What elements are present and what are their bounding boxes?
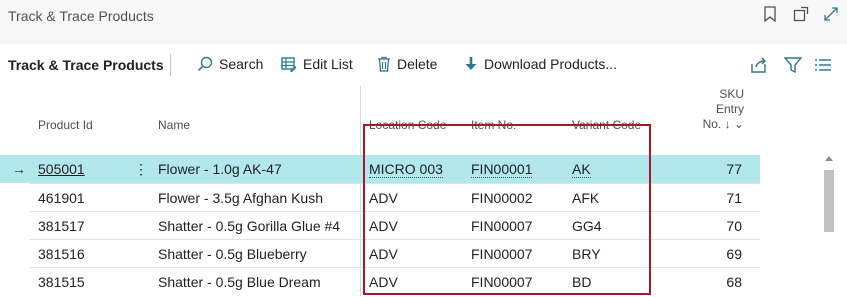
- sku-entry-no-cell: 71: [726, 190, 742, 206]
- arrow-down-icon: [464, 56, 478, 72]
- name-cell: Shatter - 0.5g Blue Dream: [158, 274, 321, 290]
- download-label: Download Products...: [484, 56, 618, 72]
- edit-list-label: Edit List: [303, 56, 353, 72]
- scroll-up-icon[interactable]: [825, 156, 833, 161]
- search-button[interactable]: Search: [197, 56, 263, 72]
- product-id-cell: 381516: [38, 246, 85, 262]
- sku-entry-no-cell: 68: [726, 274, 742, 290]
- search-label: Search: [219, 56, 264, 72]
- download-products-button[interactable]: Download Products...: [464, 56, 617, 72]
- page-title: Track & Trace Products: [8, 57, 164, 73]
- share-icon[interactable]: [750, 56, 768, 79]
- filter-icon[interactable]: [783, 56, 803, 79]
- product-id-link[interactable]: 505001: [38, 161, 85, 177]
- row-actions-menu[interactable]: ⋮: [134, 161, 148, 178]
- bookmark-icon[interactable]: [763, 6, 779, 23]
- sku-entry-header-line1: SKU Entry: [715, 87, 744, 116]
- vertical-scrollbar[interactable]: [822, 156, 836, 297]
- window-actions: [763, 6, 839, 23]
- column-header-product-id[interactable]: Product Id: [38, 118, 93, 132]
- window-title: Track & Trace Products: [8, 8, 154, 24]
- name-cell: Shatter - 0.5g Gorilla Glue #4: [158, 218, 341, 234]
- name-cell: Flower - 1.0g AK-47: [158, 161, 282, 177]
- current-row-arrow: →: [12, 161, 26, 177]
- list-view-icon[interactable]: [815, 58, 831, 77]
- sku-entry-no-cell: 70: [726, 218, 742, 234]
- delete-button[interactable]: Delete: [377, 56, 437, 72]
- expand-icon[interactable]: [823, 6, 839, 22]
- sku-entry-no-cell: 69: [726, 246, 742, 262]
- product-id-cell: 461901: [38, 190, 85, 206]
- name-cell: Flower - 3.5g Afghan Kush: [158, 190, 323, 206]
- search-icon: [197, 56, 213, 72]
- toolbar-separator: [170, 54, 171, 76]
- edit-list-button[interactable]: Edit List: [281, 56, 353, 72]
- edit-list-icon: [281, 56, 297, 72]
- scrollbar-thumb[interactable]: [824, 170, 834, 232]
- trash-icon: [377, 56, 391, 72]
- product-id-cell: 381517: [38, 218, 85, 234]
- window-titlebar: Track & Trace Products: [0, 0, 847, 36]
- name-cell: Shatter - 0.5g Blueberry: [158, 246, 307, 262]
- sku-entry-header-line2: No. ↓ ⌄: [702, 117, 744, 131]
- delete-label: Delete: [397, 56, 438, 72]
- column-header-name[interactable]: Name: [158, 118, 190, 132]
- annotation-highlight-box: [363, 124, 651, 295]
- sku-entry-no-cell: 77: [726, 161, 742, 177]
- column-header-sku-entry-no[interactable]: SKU Entry No. ↓ ⌄: [689, 87, 744, 132]
- product-id-cell: 381515: [38, 274, 85, 290]
- open-new-window-icon[interactable]: [793, 6, 809, 22]
